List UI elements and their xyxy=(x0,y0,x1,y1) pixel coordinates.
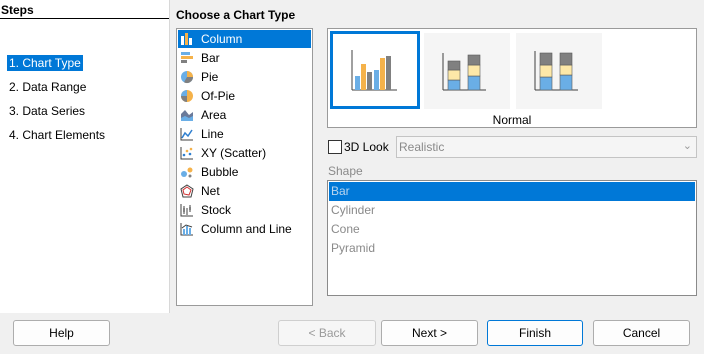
variant-normal[interactable] xyxy=(330,31,420,109)
net-chart-icon xyxy=(180,184,194,198)
chart-type-label: Of-Pie xyxy=(201,89,236,103)
chart-type-column-and-line[interactable]: Column and Line xyxy=(178,220,311,238)
chart-type-stock[interactable]: Stock xyxy=(178,201,311,219)
chart-type-list[interactable]: Column Bar Pie Of-Pie Area Line XY (Scat… xyxy=(176,28,313,306)
step-chart-type[interactable]: 1. Chart Type xyxy=(7,55,83,71)
chart-type-label: Area xyxy=(201,108,227,122)
shape-option-cylinder[interactable]: Cylinder xyxy=(329,201,695,220)
chart-type-column[interactable]: Column xyxy=(178,30,311,48)
chart-type-bar[interactable]: Bar xyxy=(178,49,311,67)
stock-chart-icon xyxy=(180,204,193,217)
3d-look-scheme-select[interactable]: Realistic ⌄ xyxy=(396,136,697,158)
3d-look-label[interactable]: 3D Look xyxy=(344,140,389,154)
shape-label: Shape xyxy=(328,164,363,178)
column-and-line-chart-icon xyxy=(180,223,193,236)
bubble-chart-icon xyxy=(181,167,193,178)
help-button[interactable]: Help xyxy=(13,320,110,346)
chevron-down-icon: ⌄ xyxy=(682,140,692,152)
chart-type-label: Pie xyxy=(201,70,219,84)
steps-title: Steps xyxy=(1,3,34,17)
shape-list[interactable]: Bar Cylinder Cone Pyramid xyxy=(327,180,697,296)
chart-type-label: Column xyxy=(201,32,243,46)
chart-type-bubble[interactable]: Bubble xyxy=(178,163,311,181)
stacked-column-icon xyxy=(442,53,486,91)
chart-type-label: Column and Line xyxy=(201,222,292,236)
line-chart-icon xyxy=(180,128,193,141)
chart-type-pie[interactable]: Pie xyxy=(178,68,311,86)
steps-title-underline xyxy=(0,18,169,19)
chart-type-label: Bubble xyxy=(201,165,239,179)
chart-type-label: XY (Scatter) xyxy=(201,146,267,160)
steps-panel: Steps 1. Chart Type 2. Data Range 3. Dat… xyxy=(0,0,170,313)
shape-option-cone[interactable]: Cone xyxy=(329,220,695,239)
normal-column-icon xyxy=(351,46,397,91)
chart-type-net[interactable]: Net xyxy=(178,182,311,200)
variant-percent-stacked[interactable] xyxy=(516,33,602,109)
of-pie-chart-icon xyxy=(181,90,193,102)
chart-type-label: Net xyxy=(201,184,220,198)
chart-type-line[interactable]: Line xyxy=(178,125,311,143)
next-button[interactable]: Next > xyxy=(381,320,478,346)
chart-type-xy-scatter[interactable]: XY (Scatter) xyxy=(178,144,311,162)
bar-chart-icon xyxy=(181,52,193,63)
chart-type-label: Line xyxy=(201,127,224,141)
chart-type-of-pie[interactable]: Of-Pie xyxy=(178,87,311,105)
variant-label: Normal xyxy=(492,113,532,127)
3d-look-checkbox[interactable] xyxy=(328,140,342,154)
finish-button[interactable]: Finish xyxy=(487,320,583,346)
pie-chart-icon xyxy=(181,71,193,84)
chart-type-label: Stock xyxy=(201,203,232,217)
shape-option-pyramid[interactable]: Pyramid xyxy=(329,239,695,258)
step-chart-elements[interactable]: 4. Chart Elements xyxy=(7,127,107,143)
back-button[interactable]: < Back xyxy=(278,320,376,346)
3d-look-scheme-value: Realistic xyxy=(399,140,445,154)
variant-stacked[interactable] xyxy=(424,33,510,109)
step-data-range[interactable]: 2. Data Range xyxy=(7,79,88,95)
area-chart-icon xyxy=(181,110,193,121)
cancel-button[interactable]: Cancel xyxy=(593,320,690,346)
scatter-chart-icon xyxy=(180,147,193,160)
chart-type-area[interactable]: Area xyxy=(178,106,311,124)
column-chart-icon xyxy=(181,33,192,45)
chart-type-label: Bar xyxy=(201,51,220,65)
step-data-series[interactable]: 3. Data Series xyxy=(7,103,87,119)
shape-option-bar[interactable]: Bar xyxy=(329,182,695,201)
section-title: Choose a Chart Type xyxy=(176,8,296,22)
percent-stacked-column-icon xyxy=(534,51,578,91)
